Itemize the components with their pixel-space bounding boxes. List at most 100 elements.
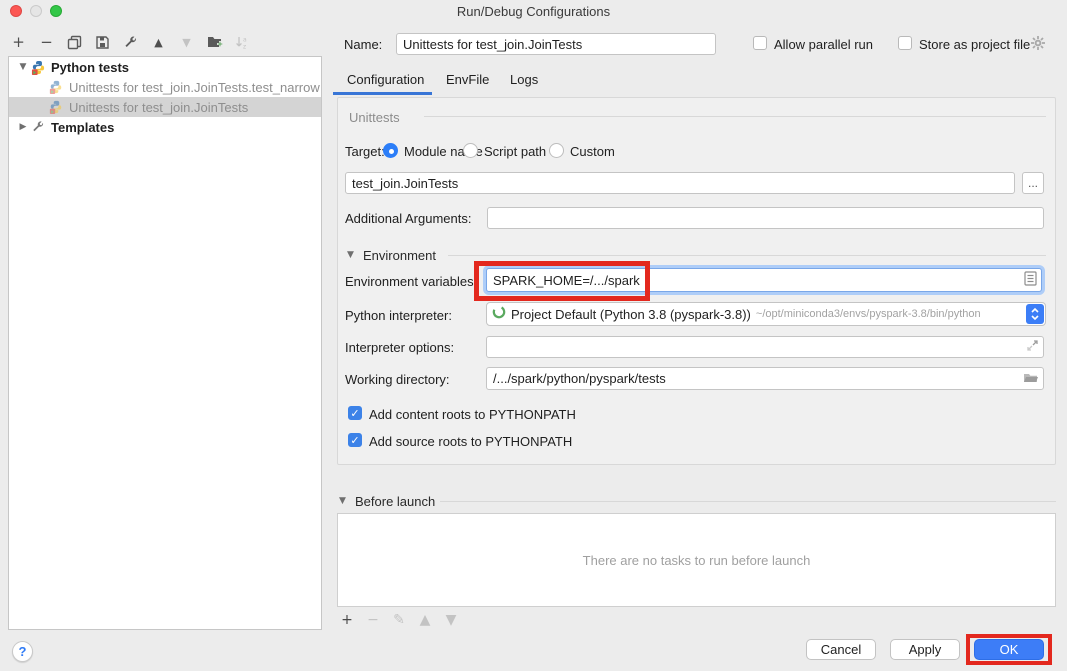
edit-templates-icon[interactable] <box>122 34 139 51</box>
chevron-down-icon[interactable]: ▼ <box>17 62 29 72</box>
remove-configuration-icon[interactable]: − <box>38 34 55 51</box>
python-interpreter-select[interactable]: Project Default (Python 3.8 (pyspark-3.8… <box>486 302 1046 326</box>
expand-field-icon[interactable] <box>1026 339 1039 355</box>
folder-icon[interactable] <box>1023 371 1039 387</box>
gear-icon[interactable] <box>1030 35 1046 56</box>
add-content-roots-label: Add content roots to PYTHONPATH <box>369 407 576 422</box>
tree-item-label: Templates <box>51 120 114 135</box>
configurations-toolbar: + − ▲ ▼ az <box>10 31 251 53</box>
additional-arguments-label: Additional Arguments: <box>345 211 471 226</box>
ellipsis-icon: ... <box>1028 179 1038 187</box>
python-interpreter-path: ~/opt/miniconda3/envs/pyspark-3.8/bin/py… <box>756 308 981 320</box>
before-launch-toolbar: + − ✎ ▲ ▼ <box>340 612 458 628</box>
tree-item-unittests-jointests-selected[interactable]: Unittests for test_join.JoinTests <box>9 97 321 117</box>
help-button[interactable]: ? <box>12 641 33 662</box>
tree-item-unittests-test-narrow[interactable]: Unittests for test_join.JoinTests.test_n… <box>9 77 321 97</box>
tree-item-label: Unittests for test_join.JoinTests.test_n… <box>69 80 320 95</box>
copy-configuration-icon[interactable] <box>66 34 83 51</box>
allow-parallel-run-checkbox[interactable] <box>753 36 767 50</box>
tree-item-label: Unittests for test_join.JoinTests <box>69 100 248 115</box>
environment-divider <box>448 255 1046 256</box>
radio-custom-label: Custom <box>570 144 615 159</box>
before-launch-collapse-icon[interactable]: ▼ <box>339 496 346 506</box>
environment-variables-value: SPARK_HOME=/.../spark <box>493 273 640 288</box>
add-task-icon[interactable]: + <box>340 612 354 628</box>
remove-task-icon: − <box>366 612 380 628</box>
chevron-right-icon[interactable]: ▶ <box>17 122 29 132</box>
edit-variables-icon[interactable] <box>1024 271 1037 289</box>
python-test-config-icon <box>49 100 64 115</box>
radio-custom[interactable] <box>549 143 564 158</box>
group-divider <box>424 116 1046 117</box>
combo-stepper-icon[interactable] <box>1026 304 1044 324</box>
target-label: Target: <box>345 144 385 159</box>
add-configuration-icon[interactable]: + <box>10 34 27 51</box>
tree-item-python-tests[interactable]: ▼ Python tests <box>9 57 321 77</box>
group-title: Unittests <box>349 110 400 125</box>
ok-button-label: OK <box>1000 642 1019 657</box>
interpreter-options-input[interactable] <box>486 336 1044 358</box>
tab-configuration[interactable]: Configuration <box>347 72 424 87</box>
check-icon: ✓ <box>350 407 359 420</box>
question-mark-icon: ? <box>19 644 27 659</box>
move-up-icon[interactable]: ▲ <box>150 34 167 51</box>
templates-wrench-icon <box>31 120 46 135</box>
allow-parallel-run-label: Allow parallel run <box>774 37 873 52</box>
environment-variables-input[interactable]: SPARK_HOME=/.../spark <box>486 268 1042 292</box>
name-input[interactable]: Unittests for test_join.JoinTests <box>396 33 716 55</box>
interpreter-options-label: Interpreter options: <box>345 340 454 355</box>
svg-text:a: a <box>243 36 247 43</box>
add-content-roots-checkbox[interactable]: ✓ <box>348 406 362 420</box>
move-task-down-icon: ▼ <box>444 612 458 628</box>
store-as-project-file-checkbox[interactable] <box>898 36 912 50</box>
add-source-roots-label: Add source roots to PYTHONPATH <box>369 434 572 449</box>
configurations-tree: ▼ Python tests Unittests for test_join.J… <box>8 56 322 630</box>
python-interpreter-label: Python interpreter: <box>345 308 452 323</box>
working-directory-label: Working directory: <box>345 372 450 387</box>
browse-module-button[interactable]: ... <box>1022 172 1044 194</box>
move-down-icon: ▼ <box>178 34 195 51</box>
tab-logs[interactable]: Logs <box>510 72 538 87</box>
svg-text:z: z <box>243 43 246 50</box>
empty-tasks-message: There are no tasks to run before launch <box>583 553 811 568</box>
ok-button[interactable]: OK <box>974 639 1044 660</box>
additional-arguments-input[interactable] <box>487 207 1044 229</box>
add-source-roots-checkbox[interactable]: ✓ <box>348 433 362 447</box>
apply-button[interactable]: Apply <box>890 639 960 660</box>
sort-alphabetically-icon: az <box>234 34 251 51</box>
window-title: Run/Debug Configurations <box>0 4 1067 19</box>
title-bar: Run/Debug Configurations <box>0 0 1067 22</box>
check-icon: ✓ <box>350 434 359 447</box>
move-task-up-icon: ▲ <box>418 612 432 628</box>
before-launch-tasks-panel: There are no tasks to run before launch <box>337 513 1056 607</box>
python-tests-icon <box>31 60 46 75</box>
cancel-button[interactable]: Cancel <box>806 639 876 660</box>
environment-collapse-icon[interactable]: ▼ <box>347 250 354 260</box>
environment-section-title: Environment <box>363 248 436 263</box>
radio-module-name[interactable] <box>383 143 398 158</box>
python-test-config-icon <box>49 80 64 95</box>
run-debug-configurations-dialog: Run/Debug Configurations + − ▲ ▼ az ▼ Py <box>0 0 1067 671</box>
module-name-input[interactable]: test_join.JoinTests <box>345 172 1015 194</box>
new-folder-icon[interactable] <box>206 34 223 51</box>
apply-button-label: Apply <box>909 642 942 657</box>
module-name-value: test_join.JoinTests <box>352 176 458 191</box>
before-launch-title: Before launch <box>355 494 435 509</box>
tab-envfile[interactable]: EnvFile <box>446 72 489 87</box>
name-label: Name: <box>344 37 382 52</box>
radio-script-path-label: Script path <box>484 144 546 159</box>
python-interpreter-value: Project Default (Python 3.8 (pyspark-3.8… <box>511 307 751 322</box>
edit-task-icon: ✎ <box>392 612 406 628</box>
active-tab-indicator <box>333 92 432 95</box>
store-as-project-file-label: Store as project file <box>919 37 1030 52</box>
tree-item-label: Python tests <box>51 60 129 75</box>
working-directory-value: /.../spark/python/pyspark/tests <box>493 371 666 386</box>
working-directory-input[interactable]: /.../spark/python/pyspark/tests <box>486 367 1044 390</box>
conda-environment-icon <box>492 305 506 324</box>
save-configuration-icon[interactable] <box>94 34 111 51</box>
environment-variables-label: Environment variables: <box>345 274 477 289</box>
before-launch-divider <box>440 501 1056 502</box>
radio-script-path[interactable] <box>463 143 478 158</box>
tree-item-templates[interactable]: ▶ Templates <box>9 117 321 137</box>
cancel-button-label: Cancel <box>821 642 861 657</box>
